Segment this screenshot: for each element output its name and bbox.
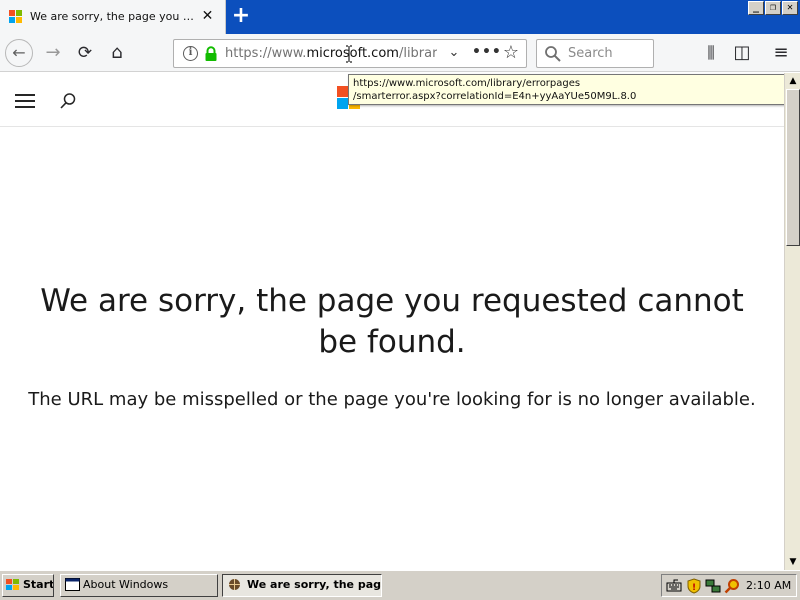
reload-button[interactable]: ⟳	[71, 39, 99, 67]
tab-close-icon[interactable]: ✕	[200, 9, 215, 24]
system-tray: ! 2:10 AM	[661, 574, 797, 597]
menu-icon[interactable]: ≡	[767, 39, 795, 67]
error-heading: We are sorry, the page you requested can…	[40, 283, 744, 360]
svg-text:!: !	[692, 583, 696, 593]
scroll-thumb[interactable]	[786, 89, 800, 246]
sidebar-icon[interactable]: ◫	[728, 39, 756, 67]
hamburger-icon[interactable]	[15, 94, 35, 108]
text-cursor-icon	[346, 45, 352, 63]
window-icon	[65, 578, 80, 591]
new-tab-button[interactable]: +	[230, 4, 252, 28]
url-prefix: https://www.	[225, 46, 307, 61]
taskbar: Start About Windows We are sorry, the pa…	[0, 570, 800, 600]
microsoft-favicon-icon	[9, 10, 23, 24]
tooltip-line-2: /smarterror.aspx?correlationId=E4n+yyAaY…	[353, 91, 637, 102]
url-bar[interactable]: i https://www.microsoft.com/library/erro…	[173, 39, 527, 68]
clock: 2:10 AM	[746, 579, 792, 592]
keyboard-icon[interactable]	[666, 578, 682, 594]
scroll-down-arrow-icon[interactable]: ▼	[785, 554, 800, 570]
site-search-icon[interactable]	[58, 91, 78, 111]
error-message: The URL may be misspelled or the page yo…	[28, 389, 756, 410]
window-close-button[interactable]: ✕	[782, 1, 798, 15]
url-dropdown-icon[interactable]: ⌄	[446, 45, 462, 61]
bookmark-star-icon[interactable]: ☆	[500, 43, 522, 65]
start-label: Start	[23, 578, 54, 591]
forward-button[interactable]: →	[39, 39, 67, 67]
library-icon[interactable]: ⫼	[697, 39, 725, 67]
minimize-button[interactable]: _	[748, 1, 764, 15]
site-info-icon[interactable]: i	[183, 46, 198, 61]
back-button[interactable]: ←	[5, 39, 33, 67]
tab-strip: We are sorry, the page you requested can…	[0, 0, 800, 34]
network-icon[interactable]	[705, 578, 721, 594]
browser-icon	[229, 579, 240, 590]
windows-flag-icon	[6, 579, 20, 591]
search-placeholder: Search	[568, 46, 613, 61]
vertical-scrollbar[interactable]: ▲ ▼	[784, 73, 800, 570]
taskbar-item-label: About Windows	[83, 578, 169, 591]
url-tooltip: https://www.microsoft.com/library/errorp…	[348, 74, 788, 105]
shield-icon[interactable]: !	[686, 578, 702, 594]
tooltip-line-1: https://www.microsoft.com/library/errorp…	[353, 78, 581, 89]
navigation-toolbar: ← → ⟳ ⌂ i https://www.microsoft.com/libr…	[0, 34, 800, 72]
scroll-up-arrow-icon[interactable]: ▲	[785, 73, 800, 89]
home-button[interactable]: ⌂	[103, 39, 131, 67]
tray-search-icon[interactable]	[724, 578, 740, 594]
page-actions-icon[interactable]: •••	[472, 43, 501, 63]
tab-title: We are sorry, the page you requested can…	[30, 10, 196, 23]
lock-icon	[205, 46, 217, 61]
page-viewport: We are sorry, the page you requested can…	[0, 73, 784, 570]
taskbar-item-about-windows[interactable]: About Windows	[60, 574, 218, 597]
search-box[interactable]: Search	[536, 39, 654, 68]
taskbar-item-browser[interactable]: We are sorry, the pag...	[222, 574, 382, 597]
taskbar-item-label: We are sorry, the pag...	[247, 578, 382, 591]
start-button[interactable]: Start	[2, 574, 54, 597]
restore-button[interactable]: ❐	[765, 1, 781, 15]
browser-tab-active[interactable]: We are sorry, the page you requested can…	[0, 0, 226, 34]
url-text[interactable]: https://www.microsoft.com/library/errorp…	[225, 46, 437, 62]
url-suffix: /library/errorpages/smarterror.aspx	[398, 46, 437, 61]
search-icon	[545, 46, 561, 62]
